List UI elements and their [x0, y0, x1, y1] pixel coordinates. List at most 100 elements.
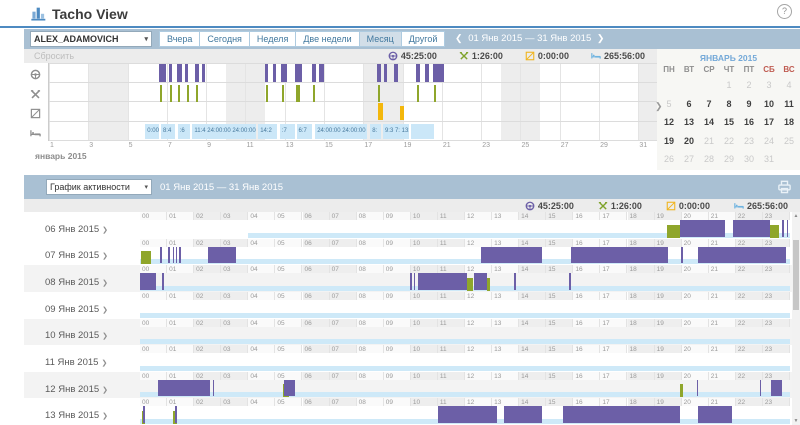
calendar-day[interactable]: 22 [719, 132, 739, 151]
hour-label: 04 [248, 345, 275, 353]
reset-button[interactable]: Сбросить [34, 51, 74, 61]
calendar-day[interactable]: 30 [739, 150, 759, 169]
calendar-day[interactable]: 10 [759, 95, 779, 114]
scroll-up-icon[interactable]: ▲ [792, 213, 800, 219]
rest-block: :6 [178, 124, 191, 139]
hour-label: 20 [682, 292, 709, 300]
hour-label: 21 [709, 239, 736, 247]
calendar-day[interactable]: 19 [659, 132, 679, 151]
month-axis-tick: 11 [246, 142, 253, 149]
range-button[interactable]: Другой [401, 31, 446, 47]
row-expander[interactable]: 12 Янв 2015❯ [45, 384, 108, 395]
calendar-day[interactable]: 2 [739, 76, 759, 95]
work-bar [313, 85, 315, 102]
range-button[interactable]: Неделя [249, 31, 296, 47]
view-select[interactable]: График активности ▾ [46, 179, 152, 195]
calendar-day[interactable]: 13 [679, 113, 699, 132]
calendar-day[interactable]: 14 [699, 113, 719, 132]
calendar-day[interactable]: 17 [759, 113, 779, 132]
calendar-day[interactable]: 21 [699, 132, 719, 151]
page-title: Tacho View [52, 6, 128, 22]
print-icon[interactable] [777, 179, 792, 199]
range-button[interactable]: Вчера [159, 31, 200, 47]
hour-label: 11 [438, 372, 465, 380]
stats-items: 45:25:001:26:000:00:00265:56:00 [388, 49, 645, 63]
driving-bar [787, 220, 789, 237]
row-date: 10 Янв 2015 [45, 330, 99, 341]
rest-block: :7 [280, 124, 295, 139]
calendar-day[interactable]: 1 [719, 76, 739, 95]
driving-bar [179, 247, 181, 264]
calendar-day[interactable]: 5 [659, 95, 679, 114]
driver-select[interactable]: ALEX_ADAMOVICH ▾ [30, 31, 152, 47]
calendar-day[interactable]: 20 [679, 132, 699, 151]
month-axis-tick: 9 [207, 142, 211, 149]
calendar-day[interactable]: 27 [679, 150, 699, 169]
row-expander[interactable]: 07 Янв 2015❯ [45, 250, 108, 261]
calendar-day[interactable]: 9 [739, 95, 759, 114]
row-expander[interactable]: 08 Янв 2015❯ [45, 277, 108, 288]
hour-label: 07 [330, 292, 357, 300]
calendar-day[interactable]: 23 [739, 132, 759, 151]
hour-label: 15 [546, 292, 573, 300]
driving-bar [140, 273, 156, 290]
calendar-day[interactable]: 16 [739, 113, 759, 132]
row-expander[interactable]: 13 Янв 2015❯ [45, 410, 108, 421]
driving-bar [698, 406, 732, 423]
row-expander[interactable]: 11 Янв 2015❯ [45, 357, 107, 368]
hour-label: 19 [655, 212, 682, 220]
help-icon[interactable]: ? [777, 4, 792, 19]
calendar-day[interactable]: 29 [719, 150, 739, 169]
row-date: 13 Янв 2015 [45, 410, 99, 421]
driving-bar [202, 64, 205, 82]
calendar-day[interactable]: 8 [719, 95, 739, 114]
stat-work: 1:26:00 [459, 51, 503, 61]
calendar-day[interactable]: 3 [759, 76, 779, 95]
range-button[interactable]: Сегодня [199, 31, 250, 47]
scroll-down-icon[interactable]: ▼ [792, 418, 800, 424]
hour-label: 09 [384, 398, 411, 406]
hour-label: 07 [330, 265, 357, 273]
row-expander[interactable]: 06 Янв 2015❯ [45, 224, 108, 235]
calendar-day[interactable]: 15 [719, 113, 739, 132]
calendar-day[interactable]: 6 [679, 95, 699, 114]
hour-label: 16 [573, 345, 600, 353]
next-range-icon[interactable]: ❯ [594, 33, 608, 43]
vertical-scrollbar[interactable]: ▲ ▼ [792, 212, 800, 425]
calendar-day[interactable]: 4 [779, 76, 799, 95]
calendar-day[interactable]: 24 [759, 132, 779, 151]
calendar-day[interactable]: 11 [779, 95, 799, 114]
driving-bar [782, 220, 784, 237]
steering-wheel-icon [30, 67, 41, 85]
scrollbar-thumb[interactable] [793, 240, 799, 310]
hour-label: 11 [438, 292, 465, 300]
range-button[interactable]: Месяц [359, 31, 402, 47]
square-diagonal-icon [30, 108, 41, 119]
activity-lane [140, 273, 790, 292]
row-expander[interactable]: 09 Янв 2015❯ [45, 304, 108, 315]
calendar-day[interactable]: 12 [659, 113, 679, 132]
work-bar [266, 85, 268, 102]
hour-label: 18 [628, 398, 655, 406]
hour-label: 01 [167, 239, 194, 247]
calendar-day[interactable]: 25 [779, 132, 799, 151]
calendar-day[interactable]: 31 [759, 150, 779, 169]
hour-label: 10 [411, 292, 438, 300]
calendar-day[interactable]: 18 [779, 113, 799, 132]
calendar-day[interactable]: 26 [659, 150, 679, 169]
square-diagonal-icon [666, 201, 676, 211]
month-axis-tick: 31 [639, 142, 647, 149]
row-date: 07 Янв 2015 [45, 250, 99, 261]
prev-range-icon[interactable]: ❮ [452, 33, 466, 43]
hour-label: 10 [411, 345, 438, 353]
hour-label: 08 [357, 372, 384, 380]
hour-label: 11 [438, 265, 465, 273]
range-button[interactable]: Две недели [295, 31, 359, 47]
calendar-day[interactable]: 7 [699, 95, 719, 114]
hour-label: 18 [628, 212, 655, 220]
hour-label: 03 [221, 265, 248, 273]
calendar-day[interactable]: 28 [699, 150, 719, 169]
month-lane [49, 102, 658, 122]
activity-rows: 06 Янв 2015❯0001020304050607080910111213… [24, 212, 800, 425]
row-expander[interactable]: 10 Янв 2015❯ [45, 330, 108, 341]
